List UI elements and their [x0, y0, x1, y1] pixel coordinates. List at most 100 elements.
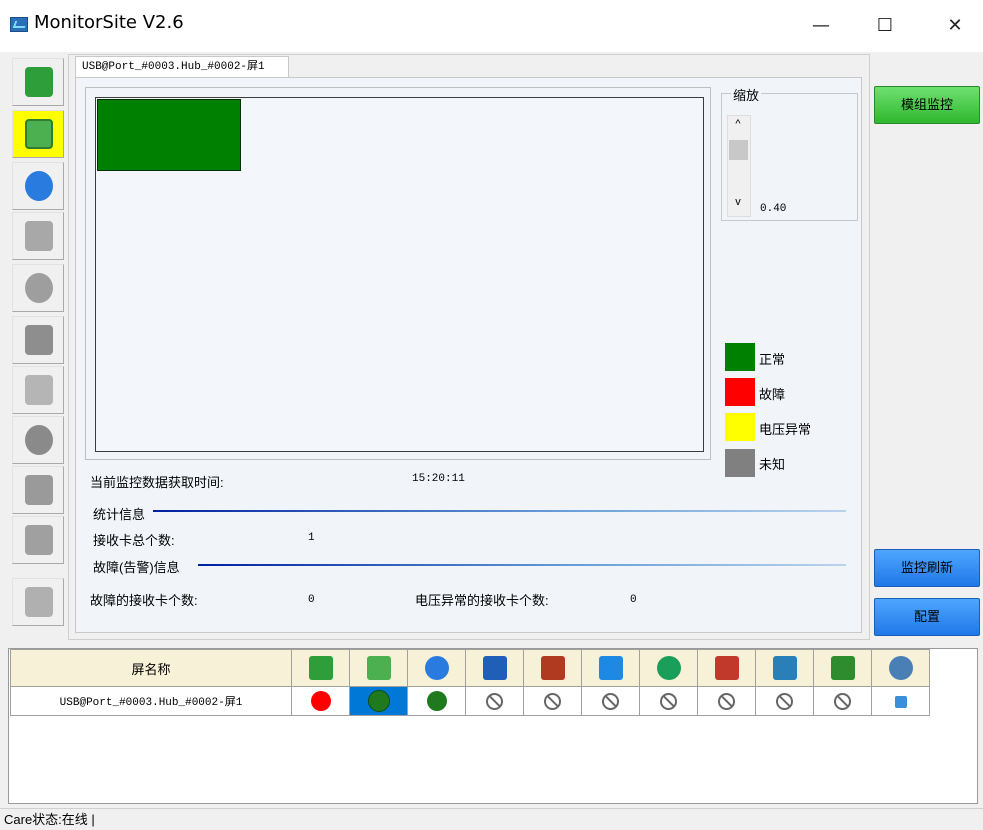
total-cards-value: 1	[308, 532, 315, 544]
unavailable-icon	[602, 692, 619, 710]
sidebar-item-smoke[interactable]	[12, 316, 64, 364]
fault-status-icon	[310, 691, 331, 711]
status-cell-globe[interactable]	[871, 686, 930, 716]
smoke-icon	[540, 656, 565, 680]
humidity-icon	[25, 273, 53, 303]
voltage-cards-label: 电压异常的接收卡个数:	[415, 593, 549, 608]
chevron-down-icon[interactable]: v	[727, 196, 749, 208]
sidebar-item-voltage[interactable]	[12, 416, 64, 464]
status-cell-smoke[interactable]	[523, 686, 582, 716]
column-header-door[interactable]	[755, 649, 814, 687]
receiving-card-icon	[25, 67, 53, 97]
sidebar-item-module[interactable]	[12, 110, 64, 158]
minimize-button[interactable]: —	[798, 8, 844, 44]
stats-separator	[153, 510, 846, 512]
legend-swatch-fault	[725, 378, 755, 406]
sidebar-item-humidity[interactable]	[12, 264, 64, 312]
globe-icon	[888, 656, 913, 680]
total-cards-label: 接收卡总个数:	[93, 533, 175, 548]
zoom-label: 缩放	[731, 85, 762, 104]
zoom-scroll-thumb[interactable]	[729, 140, 748, 160]
column-header-globe[interactable]	[871, 649, 930, 687]
status-cell-module[interactable]	[349, 686, 408, 716]
column-header-cabinet[interactable]	[465, 649, 524, 687]
receiving-card-block[interactable]	[97, 99, 241, 171]
sidebar-item-temperature[interactable]	[12, 162, 64, 210]
status-cell-led-grid[interactable]	[813, 686, 872, 716]
unavailable-icon	[776, 692, 793, 710]
status-cell-cabinet[interactable]	[465, 686, 524, 716]
magnet-icon	[714, 656, 739, 680]
column-header-receiving-card[interactable]	[291, 649, 350, 687]
led-grid-icon	[25, 587, 53, 617]
legend-swatch-normal	[725, 343, 755, 371]
column-header-smoke[interactable]	[523, 649, 582, 687]
fetch-time-label: 当前监控数据获取时间:	[90, 475, 224, 490]
screen-name-cell[interactable]: USB@Port_#0003.Hub_#0002-屏1	[10, 686, 292, 716]
maximize-button[interactable]: ☐	[862, 8, 908, 44]
sidebar	[12, 58, 66, 636]
status-cell-door[interactable]	[755, 686, 814, 716]
led-grid-icon	[830, 656, 855, 680]
config-button[interactable]: 配置	[874, 598, 980, 636]
fetch-time-value: 15:20:11	[412, 473, 465, 485]
module-icon	[366, 656, 391, 680]
smoke-icon	[25, 325, 53, 355]
sidebar-item-door[interactable]	[12, 516, 64, 564]
voltage-icon	[656, 656, 681, 680]
close-button[interactable]: ✕	[932, 8, 978, 44]
fan-icon	[25, 375, 53, 405]
column-header-fan[interactable]	[581, 649, 640, 687]
cabinet-icon	[482, 656, 507, 680]
column-header-module[interactable]	[349, 649, 408, 687]
column-header-led-grid[interactable]	[813, 649, 872, 687]
magnet-icon	[25, 475, 53, 505]
fault-cards-label: 故障的接收卡个数:	[90, 593, 198, 608]
unavailable-icon	[718, 692, 735, 710]
stats-header: 统计信息	[93, 507, 146, 522]
module-monitor-button[interactable]: 模组监控	[874, 86, 980, 124]
fan-icon	[598, 656, 623, 680]
chevron-up-icon[interactable]: ^	[727, 118, 749, 130]
door-icon	[25, 525, 53, 555]
sidebar-item-cabinet[interactable]	[12, 212, 64, 260]
cabinet-icon	[25, 221, 53, 251]
normal-status-icon	[367, 690, 390, 712]
sidebar-item-fan[interactable]	[12, 366, 64, 414]
receiving-card-icon	[308, 656, 333, 680]
table-header-row: 屏名称	[10, 649, 930, 687]
fault-separator	[198, 564, 846, 566]
legend-swatch-voltage	[725, 413, 755, 441]
module-icon	[25, 119, 53, 149]
table-row[interactable]: USB@Port_#0003.Hub_#0002-屏1	[10, 686, 930, 716]
door-icon	[772, 656, 797, 680]
temperature-icon	[25, 171, 53, 201]
unavailable-icon	[544, 692, 561, 710]
tab-screen-1[interactable]: USB@Port_#0003.Hub_#0002-屏1	[75, 56, 289, 77]
zoom-value: 0.40	[760, 203, 787, 215]
legend-swatch-unknown	[725, 449, 755, 477]
monitor-refresh-button[interactable]: 监控刷新	[874, 549, 980, 587]
sidebar-item-magnet[interactable]	[12, 466, 64, 514]
fault-cards-value: 0	[308, 594, 315, 606]
legend-label-fault: 故障	[759, 387, 786, 402]
normal-status-icon	[426, 691, 447, 711]
legend-label-normal: 正常	[759, 352, 786, 367]
unavailable-icon	[486, 692, 503, 710]
status-cell-temperature[interactable]	[407, 686, 466, 716]
status-cell-magnet[interactable]	[697, 686, 756, 716]
status-cell-receiving-card[interactable]	[291, 686, 350, 716]
column-header-magnet[interactable]	[697, 649, 756, 687]
fault-header: 故障(告警)信息	[93, 560, 180, 575]
column-header-temperature[interactable]	[407, 649, 466, 687]
status-cell-voltage[interactable]	[639, 686, 698, 716]
column-header-voltage[interactable]	[639, 649, 698, 687]
sidebar-item-led-grid[interactable]	[12, 578, 64, 626]
status-cell-fan[interactable]	[581, 686, 640, 716]
unavailable-icon	[834, 692, 851, 710]
sidebar-item-receiving-card[interactable]	[12, 58, 64, 106]
temperature-icon	[424, 656, 449, 680]
voltage-cards-value: 0	[630, 594, 637, 606]
column-header-screen-name[interactable]: 屏名称	[10, 649, 292, 687]
legend-label-voltage: 电压异常	[759, 422, 812, 437]
